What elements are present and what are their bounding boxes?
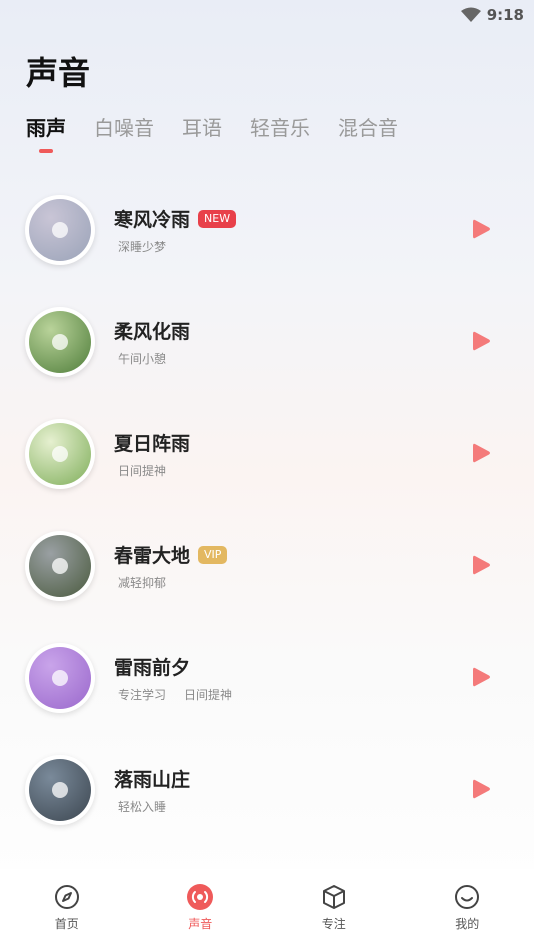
sound-title: 春雷大地	[114, 545, 191, 567]
sound-tag: 日间提神	[184, 688, 233, 702]
sound-tag: 轻松入睡	[118, 800, 167, 814]
compass-icon	[54, 885, 79, 909]
sound-tag: 日间提神	[118, 464, 167, 478]
sound-tag: 深睡少梦	[118, 240, 167, 254]
category-tabs: 雨声 白噪音 耳语 轻音乐 混合音	[26, 112, 398, 141]
sound-title: 夏日阵雨	[114, 433, 191, 455]
tab-4[interactable]: 混合音	[338, 112, 398, 141]
tab-2[interactable]: 耳语	[182, 112, 222, 141]
smile-icon	[455, 885, 480, 909]
play-icon[interactable]	[473, 667, 491, 687]
nav-label: 首页	[54, 917, 79, 931]
sound-list-item[interactable]: 雷雨前夕专注学习 日间提神	[0, 621, 534, 733]
cube-icon	[322, 885, 345, 909]
sound-cover-image	[25, 643, 95, 713]
sound-list-item[interactable]: 寒风冷雨 NEW 深睡少梦	[0, 173, 534, 285]
page-title: 声音	[26, 54, 91, 92]
play-icon[interactable]	[473, 443, 491, 463]
bottom-nav: 首页 声音 专注 我的	[0, 869, 534, 949]
tab-0[interactable]: 雨声	[26, 112, 66, 141]
tab-1[interactable]: 白噪音	[94, 112, 154, 141]
nav-item-0[interactable]: 首页	[27, 883, 107, 932]
sound-cover-image	[25, 419, 95, 489]
sound-list-item[interactable]: 柔风化雨午间小憩	[0, 285, 534, 397]
nav-item-3[interactable]: 我的	[427, 883, 507, 932]
sound-icon	[187, 884, 214, 910]
sound-list: 寒风冷雨 NEW 深睡少梦 柔风化雨 午间小憩 夏日阵雨 日间提神 春雷大地 VIP 减轻抑郁 雷雨…	[0, 173, 534, 845]
sound-tag: 午间小憩	[118, 352, 167, 366]
sound-list-item[interactable]: 夏日阵雨日间提神	[0, 397, 534, 509]
sound-cover-image	[25, 755, 95, 825]
sound-title: 雷雨前夕	[114, 657, 191, 679]
play-icon[interactable]	[473, 779, 491, 799]
new-badge: NEW	[198, 209, 237, 228]
vip-badge: VIP	[198, 545, 228, 564]
play-icon[interactable]	[473, 555, 491, 575]
sound-list-item[interactable]: 落雨山庄轻松入睡	[0, 733, 534, 845]
nav-label: 声音	[188, 917, 213, 931]
nav-item-2[interactable]: 专注	[294, 883, 374, 932]
sound-cover-image	[25, 531, 95, 601]
sound-title: 落雨山庄	[114, 769, 191, 791]
sound-tag: 减轻抑郁	[118, 576, 167, 590]
status-bar: 9:18	[0, 0, 534, 30]
tab-3[interactable]: 轻音乐	[250, 112, 310, 141]
nav-label: 我的	[455, 917, 480, 931]
play-icon[interactable]	[473, 331, 491, 351]
wifi-icon	[460, 7, 481, 22]
nav-item-1[interactable]: 声音	[160, 883, 240, 932]
status-time: 9:18	[486, 6, 524, 24]
sound-cover-image	[25, 195, 95, 265]
sound-list-item[interactable]: 春雷大地 VIP 减轻抑郁	[0, 509, 534, 621]
play-icon[interactable]	[473, 219, 491, 239]
sound-cover-image	[25, 307, 95, 377]
sound-title: 寒风冷雨	[114, 209, 191, 231]
sound-title: 柔风化雨	[114, 321, 191, 343]
nav-label: 专注	[321, 917, 346, 931]
sound-tag: 专注学习	[118, 688, 167, 702]
